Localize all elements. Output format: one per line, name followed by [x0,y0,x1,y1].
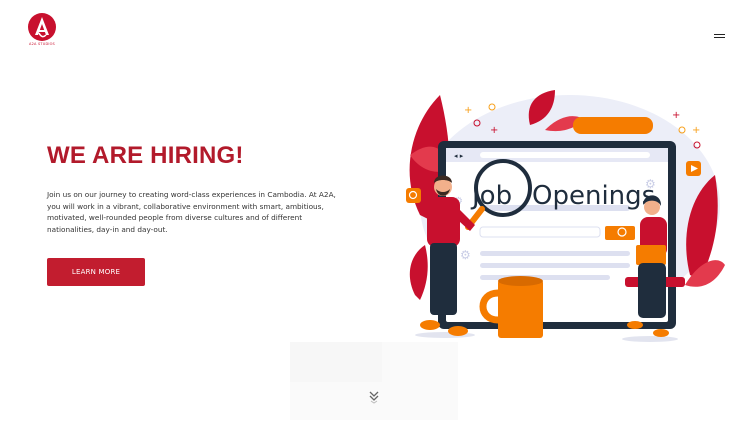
logo-caption: A2A STUDIOS [29,42,55,46]
sparkle-icon: + [490,125,498,136]
search-icon [406,188,421,203]
man-shoe [420,320,440,330]
chevron-double-down-icon[interactable] [366,388,382,406]
man-shoe [448,326,468,336]
gear-icon: ⚙ [645,177,656,191]
woman-shoe [627,321,643,329]
man-legs [430,243,457,315]
woman-legs [638,263,666,318]
sparkle-icon: + [672,110,680,121]
coffee-mug-top [498,276,543,286]
woman-laptop [636,245,666,265]
screen-text-openings: Openings [532,181,655,211]
job-openings-illustration: + + + + ◂ ▸ Job Openings ⚙ ⚙ ⚙ [406,90,725,342]
hamburger-icon[interactable] [711,32,725,40]
logo-mark [28,13,56,41]
browser-nav-icon: ◂ ▸ [454,152,464,160]
content-line [479,226,601,238]
woman-shadow [622,336,678,342]
content-line [480,263,630,268]
placeholder-block [290,342,382,382]
man-torso [427,197,460,247]
content-line [480,251,630,256]
sparkle-icon: + [464,105,472,116]
coffee-mug [498,280,543,338]
menu-line [714,34,725,35]
menu-line [714,37,725,38]
browser-url-field [480,152,650,158]
page-title: WE ARE HIRING! [47,142,244,169]
floating-search-bar [573,117,653,134]
learn-more-button[interactable]: LEARN MORE [47,258,145,286]
leaf-decoration [409,245,428,300]
gear-icon: ⚙ [460,248,471,262]
hero-description: Join us on our journey to creating word-… [47,190,336,234]
dot-decoration [488,103,496,111]
woman-shoe [653,329,669,337]
sparkle-icon: + [692,125,700,136]
brand-logo[interactable]: A2A STUDIOS [26,13,58,47]
